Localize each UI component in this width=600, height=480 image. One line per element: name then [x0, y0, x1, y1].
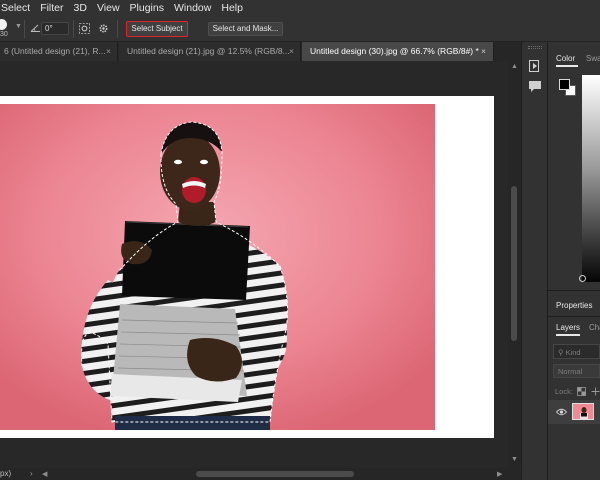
menu-window[interactable]: Window	[169, 2, 216, 14]
search-icon: ⚲	[558, 348, 564, 357]
document-tab-active[interactable]: Untitled design (30).jpg @ 66.7% (RGB/8#…	[302, 42, 494, 61]
vertical-scrollbar[interactable]: ▲ ▼	[508, 61, 520, 468]
document-tab[interactable]: 6 (Untitled design (21), R...	[0, 42, 118, 61]
tab-channels[interactable]: Cha	[589, 323, 600, 332]
brush-size-readout: 30	[0, 31, 8, 38]
angle-icon	[30, 24, 40, 32]
foreground-color-swatch[interactable]	[559, 79, 570, 90]
pressure-icon[interactable]	[78, 22, 91, 35]
close-icon[interactable]: ×	[106, 46, 111, 56]
divider	[548, 316, 600, 317]
eye-icon[interactable]	[556, 408, 567, 416]
scroll-thumb[interactable]	[196, 471, 354, 477]
status-bar-text: px)	[0, 469, 12, 478]
scroll-left-icon[interactable]: ◀	[42, 470, 47, 478]
scroll-down-icon[interactable]: ▼	[511, 456, 518, 463]
tab-label: 6 (Untitled design (21), R...	[4, 46, 106, 56]
select-and-mask-button[interactable]: Select and Mask...	[208, 22, 283, 36]
tab-layers[interactable]: Layers	[556, 323, 580, 332]
blend-mode-select[interactable]: Normal	[553, 364, 600, 378]
divider	[548, 290, 600, 291]
document-canvas[interactable]	[0, 96, 494, 438]
layer-row[interactable]	[548, 400, 600, 424]
lock-move-icon[interactable]	[591, 387, 600, 396]
menu-help[interactable]: Help	[216, 2, 248, 14]
panel-dock	[521, 42, 548, 480]
divider	[117, 20, 118, 38]
menu-plugins[interactable]: Plugins	[125, 2, 169, 14]
gear-icon[interactable]	[97, 22, 110, 35]
tab-color[interactable]: Color	[556, 54, 575, 63]
brush-preset-icon[interactable]	[0, 19, 7, 30]
options-bar: 30 ▼ 0° Select Subject Select and Mask..…	[0, 16, 600, 48]
photo-image[interactable]	[0, 104, 435, 430]
close-icon[interactable]: ×	[481, 46, 486, 56]
photo-artwork	[0, 104, 435, 430]
divider	[73, 20, 74, 38]
chevron-right-icon[interactable]: ›	[30, 469, 33, 478]
canvas-area[interactable]	[0, 61, 508, 468]
history-icon[interactable]	[527, 58, 543, 74]
dock-grip[interactable]	[528, 46, 542, 49]
menu-select[interactable]: Select	[0, 2, 35, 14]
layer-thumbnail-image	[573, 404, 593, 419]
lock-transparent-icon[interactable]	[577, 387, 586, 396]
tab-label: Untitled design (21).jpg @ 12.5% (RGB/8.…	[127, 46, 290, 56]
menu-view[interactable]: View	[92, 2, 125, 14]
tab-properties[interactable]: Properties	[556, 301, 592, 310]
chevron-down-icon[interactable]: ▼	[15, 23, 22, 30]
tab-swatches[interactable]: Swa	[586, 54, 600, 63]
menu-bar: Select Filter 3D View Plugins Window Hel…	[0, 0, 600, 16]
color-picker-field[interactable]	[582, 75, 600, 282]
menu-3d[interactable]: 3D	[69, 2, 92, 14]
close-icon[interactable]: ×	[289, 46, 294, 56]
color-picker-cursor[interactable]	[579, 275, 586, 282]
document-tab[interactable]: Untitled design (21).jpg @ 12.5% (RGB/8.…	[119, 42, 301, 61]
layer-filter-placeholder: Kind	[565, 348, 581, 357]
scroll-thumb[interactable]	[511, 186, 517, 341]
comment-icon[interactable]	[527, 78, 543, 94]
layer-filter-input[interactable]: ⚲ Kind	[553, 344, 600, 359]
divider	[24, 20, 25, 38]
tab-underline	[556, 334, 580, 336]
select-subject-button[interactable]: Select Subject	[126, 21, 188, 37]
menu-filter[interactable]: Filter	[35, 2, 68, 14]
document-tab-bar: 6 (Untitled design (21), R... × Untitled…	[0, 42, 521, 61]
horizontal-scrollbar[interactable]: px) › ◀ ▶	[0, 468, 521, 480]
tab-underline	[556, 65, 578, 67]
scroll-right-icon[interactable]: ▶	[497, 470, 502, 478]
tab-label: Untitled design (30).jpg @ 66.7% (RGB/8#…	[310, 46, 479, 56]
lock-label: Lock:	[555, 387, 573, 396]
layer-thumbnail[interactable]	[572, 403, 594, 420]
angle-input[interactable]: 0°	[41, 22, 69, 35]
scroll-up-icon[interactable]: ▲	[511, 63, 518, 70]
